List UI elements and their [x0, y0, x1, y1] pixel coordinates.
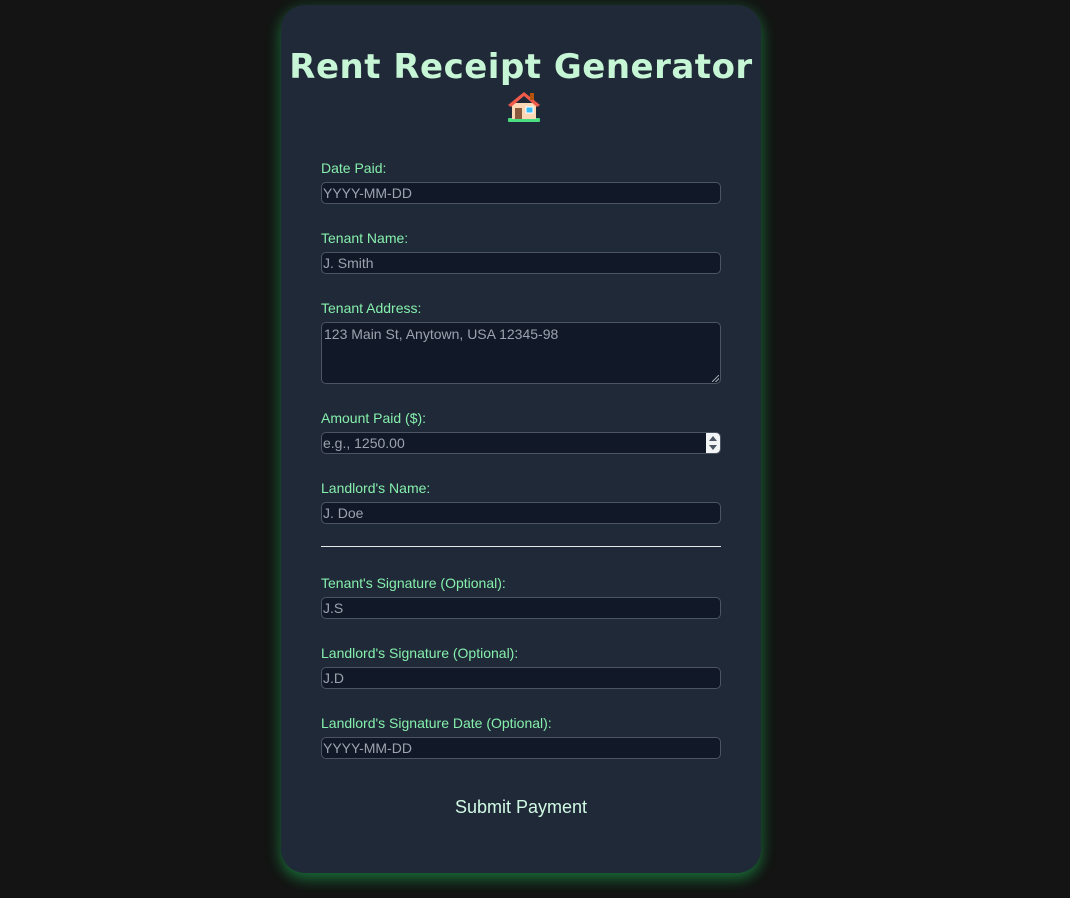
- date-paid-field: Date Paid:: [321, 160, 721, 204]
- landlord-signature-field: Landlord's Signature (Optional):: [321, 645, 721, 689]
- landlord-name-input[interactable]: [321, 502, 721, 524]
- number-spinner[interactable]: [706, 433, 720, 453]
- house-with-garden-icon: [506, 89, 542, 123]
- landlord-signature-date-field: Landlord's Signature Date (Optional):: [321, 715, 721, 759]
- submit-payment-button[interactable]: Submit Payment: [421, 792, 621, 822]
- tenant-name-field: Tenant Name:: [321, 230, 721, 274]
- tenant-signature-field: Tenant's Signature (Optional):: [321, 575, 721, 619]
- tenant-name-label: Tenant Name:: [321, 230, 409, 246]
- landlord-signature-date-label: Landlord's Signature Date (Optional):: [321, 715, 552, 731]
- tenant-signature-input[interactable]: [321, 597, 721, 619]
- landlord-signature-label: Landlord's Signature (Optional):: [321, 645, 519, 661]
- section-divider: [321, 546, 721, 547]
- amount-paid-input[interactable]: [321, 432, 721, 454]
- page-title: Rent Receipt Generator: [281, 47, 761, 129]
- date-paid-label: Date Paid:: [321, 160, 387, 176]
- resize-grip-icon[interactable]: [712, 375, 719, 382]
- amount-paid-field: Amount Paid ($):: [321, 410, 721, 454]
- landlord-signature-input[interactable]: [321, 667, 721, 689]
- receipt-form-card: Rent Receipt Generator Date Paid: Tenant…: [281, 5, 761, 873]
- tenant-signature-label: Tenant's Signature (Optional):: [321, 575, 506, 591]
- tenant-name-input[interactable]: [321, 252, 721, 274]
- tenant-address-field: Tenant Address:: [321, 300, 721, 384]
- landlord-name-label: Landlord's Name:: [321, 480, 431, 496]
- tenant-address-label: Tenant Address:: [321, 300, 422, 316]
- date-paid-input[interactable]: [321, 182, 721, 204]
- spinner-up-icon[interactable]: [709, 436, 717, 441]
- amount-paid-label: Amount Paid ($):: [321, 410, 427, 426]
- spinner-down-icon[interactable]: [709, 445, 717, 450]
- tenant-address-textarea[interactable]: [321, 322, 721, 384]
- landlord-signature-date-input[interactable]: [321, 737, 721, 759]
- landlord-name-field: Landlord's Name:: [321, 480, 721, 524]
- page-title-text: Rent Receipt Generator: [289, 47, 753, 87]
